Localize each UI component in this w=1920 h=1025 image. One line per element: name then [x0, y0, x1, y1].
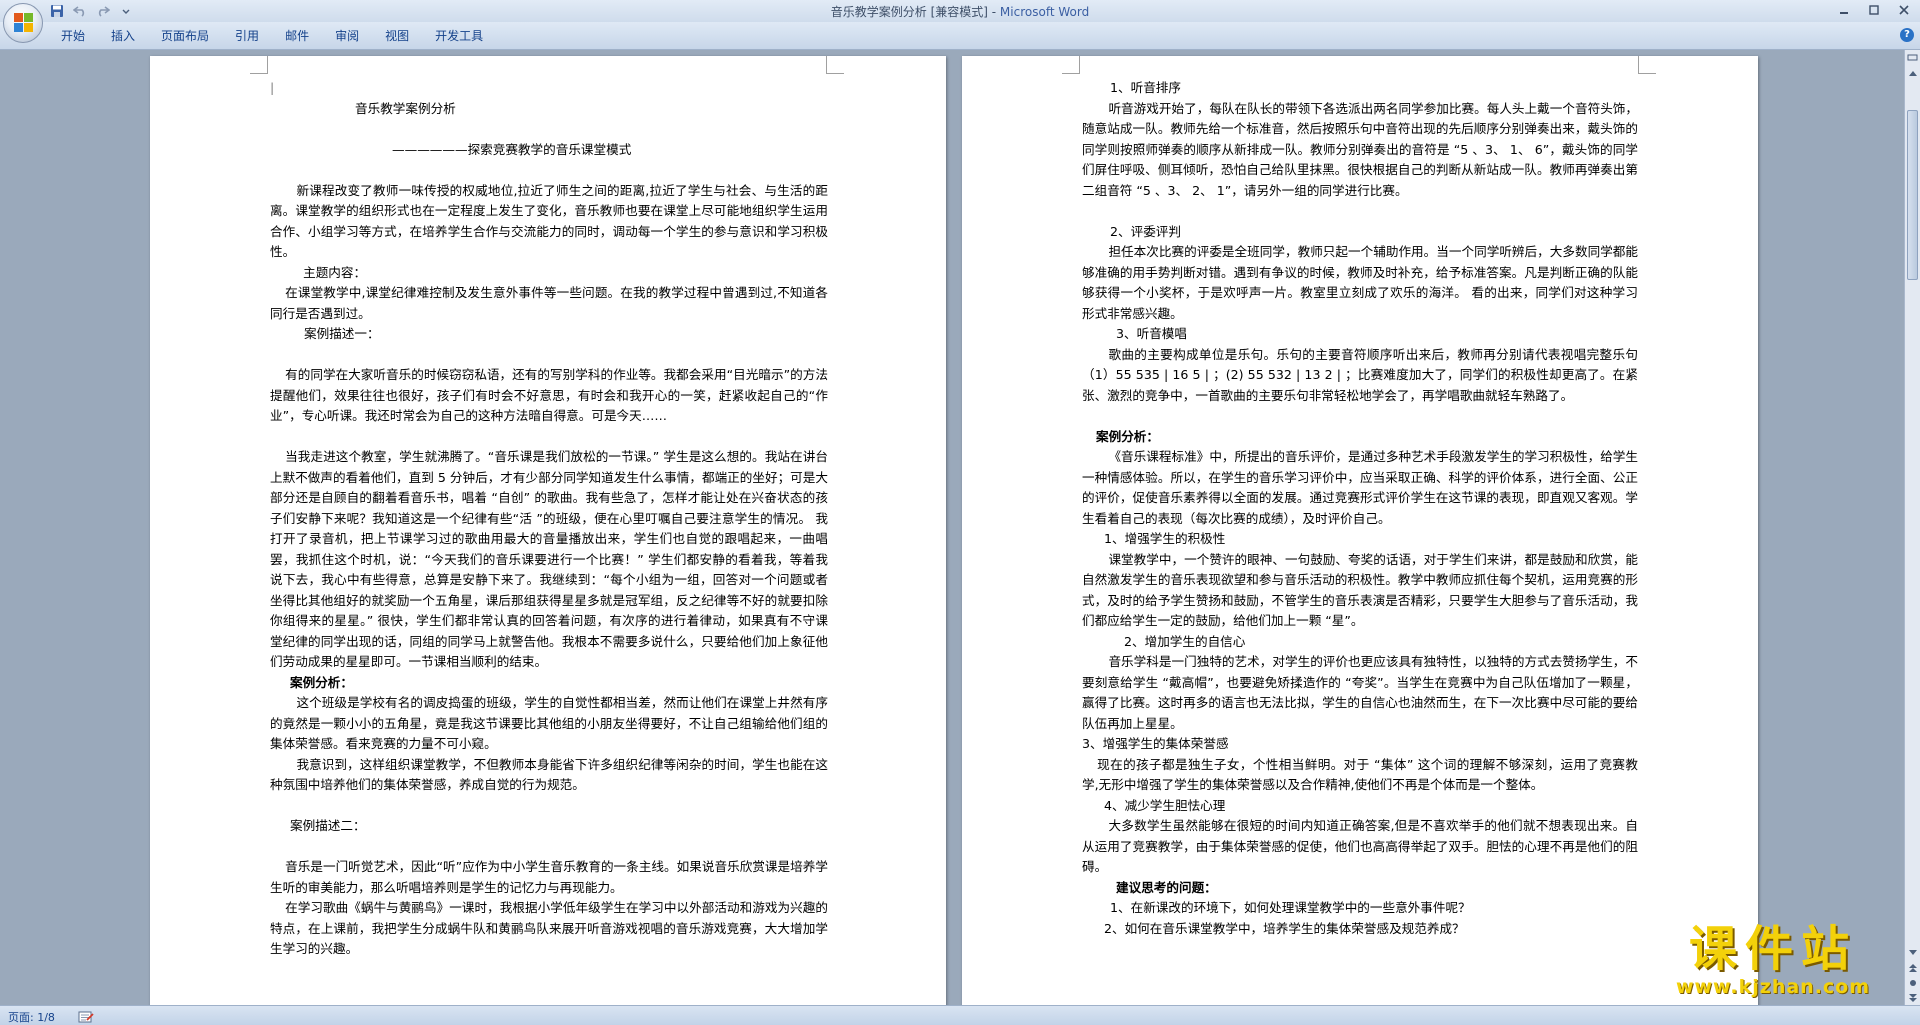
- point-2-paragraph: 音乐学科是一门独特的艺术，对学生的评价也更应该具有独特性，以独特的方式去赞扬学生…: [1082, 654, 1638, 731]
- scroll-up-button[interactable]: [1905, 65, 1920, 80]
- status-bar: 页面: 1/8: [0, 1005, 1920, 1025]
- point-4-heading: 4、减少学生胆怯心理: [1104, 797, 1226, 813]
- next-page-button[interactable]: [1905, 990, 1920, 1005]
- ribbon-tab-bar: 开始 插入 页面布局 引用 邮件 审阅 视图 开发工具 ?: [0, 22, 1920, 50]
- heading-listen-order: 1、听音排序: [1110, 80, 1181, 95]
- paragraph-theme: 在课堂教学中,课堂纪律难控制及发生意外事件等一些问题。在我的教学过程中曾遇到过,…: [270, 285, 828, 321]
- arrow-up-icon: [1908, 70, 1917, 76]
- question-1: 1、在新课改的环境下，如何处理课堂教学中的一些意外事件呢？: [1110, 900, 1471, 915]
- paragraph-judging: 担任本次比赛的评委是全班同学，教师只起一个辅助作用。当一个同学听辨后，大多数同学…: [1082, 244, 1638, 321]
- case2-label: 案例描述二：: [290, 818, 366, 833]
- text-cursor: |: [270, 80, 275, 95]
- vertical-scrollbar[interactable]: [1904, 50, 1920, 1005]
- case1-label: 案例描述一：: [304, 326, 380, 341]
- browse-object-icon: [1909, 979, 1916, 986]
- ribbon-tabs: 开始 插入 页面布局 引用 邮件 审阅 视图 开发工具: [48, 28, 496, 44]
- tab-view[interactable]: 视图: [372, 28, 422, 44]
- tab-developer[interactable]: 开发工具: [422, 28, 496, 44]
- paragraph-analysis1-2: 我意识到，这样组织课堂教学，不但教师本身能省下许多组织纪律等闲杂的时间，学生也能…: [270, 756, 828, 793]
- scroll-down-button[interactable]: [1905, 945, 1920, 960]
- tab-home[interactable]: 开始: [48, 28, 98, 44]
- point-4-paragraph: 大多数学生虽然能够在很短的时间内知道正确答案,但是不喜欢举手的他们就不想表现出来…: [1082, 818, 1638, 874]
- point-1-paragraph: 课堂教学中，一个赞许的眼神、一句鼓励、夸奖的话语，对于学生们来讲，都是鼓励和欣赏…: [1082, 551, 1638, 629]
- window-title: 音乐教学案例分析 [兼容模式] - Microsoft Word: [0, 3, 1920, 20]
- document-title: 音乐教学案例分析 [兼容模式] -: [830, 5, 1000, 19]
- title-bar: 音乐教学案例分析 [兼容模式] - Microsoft Word: [0, 0, 1920, 22]
- paragraph-intro: 新课程改变了教师一味传授的权威地位,拉近了师生之间的距离,拉近了学生与社会、与生…: [270, 182, 828, 260]
- document-page-2[interactable]: 1、听音排序 听音游戏开始了，每队在队长的带领下各选派出两名同学参加比赛。每人头…: [962, 56, 1758, 1005]
- close-button[interactable]: [1892, 1, 1916, 18]
- margin-corner-mark: [1062, 56, 1080, 74]
- paragraph-analysis2: 《音乐课程标准》中，所提出的音乐评价，是通过多种艺术手段激发学生的学习积极性，给…: [1082, 449, 1638, 526]
- page-count-status[interactable]: 页面: 1/8: [8, 1009, 55, 1025]
- watermark-text: 课件站: [1688, 921, 1857, 977]
- document-subtitle: ——————探索竞赛教学的音乐课堂模式: [392, 141, 632, 157]
- watermark-url: www.kjzhan.com: [1675, 976, 1871, 998]
- previous-page-button[interactable]: [1905, 960, 1920, 975]
- paragraph-case1-1: 有的同学在大家听音乐的时候窃窃私语，还有的写别学科的作业等。我都会采用“目光暗示…: [270, 367, 828, 423]
- paragraph-case2-2: 在学习歌曲《蜗牛与黄鹂鸟》一课时，我根据小学低年级学生在学习中以外部活动和游戏为…: [270, 900, 828, 956]
- minimize-icon: [1840, 11, 1848, 14]
- app-name: Microsoft Word: [999, 5, 1090, 19]
- office-logo-icon: [14, 13, 34, 33]
- margin-corner-mark: [1638, 56, 1656, 74]
- analysis1-label: 案例分析：: [290, 674, 353, 690]
- scroll-thumb[interactable]: [1907, 110, 1918, 280]
- double-arrow-down-icon: [1908, 993, 1917, 1002]
- watermark-logo: 课件站 www.kjzhan.com: [1648, 922, 1898, 998]
- tab-review[interactable]: 审阅: [322, 28, 372, 44]
- document-workspace: | 音乐教学案例分析 ——————探索竞赛教学的音乐课堂模式 新课程改变了教师一…: [0, 50, 1904, 1005]
- theme-label: 主题内容：: [303, 264, 367, 280]
- close-icon: [1899, 4, 1909, 15]
- page-2-text: 1、听音排序 听音游戏开始了，每队在队长的带领下各选派出两名同学参加比赛。每人头…: [1082, 78, 1638, 939]
- help-icon[interactable]: ?: [1900, 28, 1914, 42]
- arrow-down-icon: [1908, 949, 1917, 955]
- minimize-button[interactable]: [1832, 1, 1856, 18]
- maximize-button[interactable]: [1862, 1, 1886, 18]
- document-page-1[interactable]: | 音乐教学案例分析 ——————探索竞赛教学的音乐课堂模式 新课程改变了教师一…: [150, 56, 946, 1005]
- point-3-heading: 3、增强学生的集体荣誉感: [1082, 736, 1229, 751]
- proofing-status-icon[interactable]: [78, 1009, 94, 1023]
- tab-references[interactable]: 引用: [222, 28, 272, 44]
- double-arrow-up-icon: [1908, 963, 1917, 972]
- window-controls: [1832, 1, 1916, 18]
- paragraph-case1-2: 当我走进这个教室，学生就沸腾了。“音乐课是我们放松的一节课。” 学生是这么想的。…: [270, 449, 828, 669]
- ruler-icon: [1907, 54, 1918, 61]
- page-1-text: | 音乐教学案例分析 ——————探索竞赛教学的音乐课堂模式 新课程改变了教师一…: [270, 78, 828, 960]
- point-2-heading: 2、增加学生的自信心: [1124, 633, 1246, 649]
- heading-sing-imitation: 3、听音模唱: [1116, 326, 1187, 341]
- point-1-heading: 1、增强学生的积极性: [1104, 531, 1226, 546]
- heading-judging: 2、评委评判: [1110, 223, 1181, 239]
- point-3-paragraph: 现在的孩子都是独生子女，个性相当鲜明。对于 “集体” 这个词的理解不够深刻，运用…: [1082, 756, 1638, 793]
- document-title-heading: 音乐教学案例分析: [355, 100, 456, 116]
- tab-mailings[interactable]: 邮件: [272, 28, 322, 44]
- question-2: 2、如何在音乐课堂教学中，培养学生的集体荣誉感及规范养成？: [1104, 920, 1465, 936]
- paragraph-analysis1-1: 这个班级是学校有名的调皮捣蛋的班级，学生的自觉性都相当差，然而让他们在课堂上井然…: [270, 695, 828, 751]
- tab-page-layout[interactable]: 页面布局: [148, 28, 222, 44]
- ruler-toggle-button[interactable]: [1905, 50, 1920, 65]
- tab-insert[interactable]: 插入: [98, 28, 148, 44]
- paragraph-sing-imitation: 歌曲的主要构成单位是乐句。乐句的主要音符顺序听出来后，教师再分别请代表视唱完整乐…: [1082, 346, 1638, 403]
- margin-corner-mark: [250, 56, 268, 74]
- scroll-bottom-controls: [1905, 945, 1920, 1005]
- paragraph-listen-order: 听音游戏开始了，每队在队长的带领下各选派出两名同学参加比赛。每人头上戴一个音符头…: [1082, 100, 1638, 198]
- paragraph-case2-1: 音乐是一门听觉艺术，因此“听”应作为中小学生音乐教育的一条主线。如果说音乐欣赏课…: [270, 859, 828, 895]
- analysis2-label: 案例分析：: [1096, 428, 1159, 444]
- margin-corner-mark: [826, 56, 844, 74]
- select-browse-object-button[interactable]: [1905, 975, 1920, 990]
- office-button[interactable]: [3, 3, 43, 43]
- questions-label: 建议思考的问题：: [1116, 879, 1217, 895]
- maximize-icon: [1869, 4, 1879, 15]
